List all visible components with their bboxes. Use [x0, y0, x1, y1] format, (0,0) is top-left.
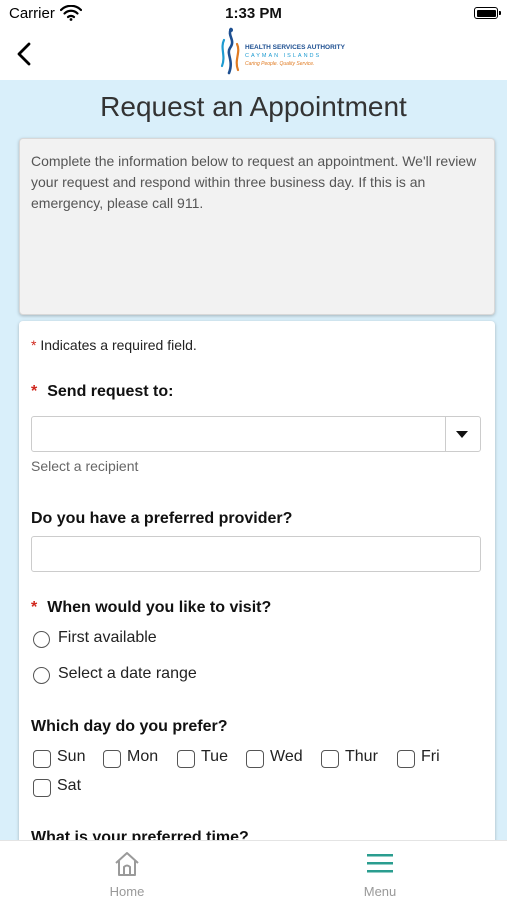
- select-divider: [445, 417, 446, 451]
- checkbox[interactable]: [321, 750, 339, 768]
- checkbox-label: Fri: [421, 748, 440, 765]
- logo-text-islands: CAYMAN ISLANDS: [245, 53, 322, 59]
- caret-down-icon[interactable]: [456, 431, 468, 438]
- main-content[interactable]: Request an Appointment Complete the info…: [0, 80, 507, 840]
- navigation-bar: HEALTH SERVICES AUTHORITY CAYMAN ISLANDS…: [0, 27, 507, 80]
- radio-circle[interactable]: [33, 631, 50, 648]
- checkbox[interactable]: [103, 750, 121, 768]
- intro-card: Complete the information below to reques…: [19, 138, 495, 315]
- checkbox[interactable]: [33, 779, 51, 797]
- visit-label: * When would you like to visit?: [31, 599, 271, 617]
- tab-menu-label: Menu: [363, 884, 397, 899]
- appointment-form: * Indicates a required field. * Send requ…: [19, 321, 495, 840]
- intro-text: Complete the information below to reques…: [31, 153, 477, 211]
- battery-icon: [474, 7, 501, 19]
- checkbox-label: Wed: [270, 748, 303, 765]
- home-icon: [115, 852, 139, 876]
- provider-input[interactable]: [31, 536, 481, 572]
- required-note-text: Indicates a required field.: [40, 337, 197, 353]
- radio-circle[interactable]: [33, 667, 50, 684]
- required-marker: *: [31, 383, 38, 400]
- send-to-label: * Send request to:: [31, 383, 173, 401]
- clock: 1:33 PM: [225, 5, 282, 22]
- required-marker: *: [31, 599, 38, 616]
- hsa-logo-mark: [220, 27, 240, 75]
- chevron-left-icon: [17, 42, 31, 66]
- checkbox-label: Tue: [201, 748, 228, 765]
- menu-icon: [367, 854, 393, 873]
- visit-label-text: When would you like to visit?: [47, 599, 272, 616]
- required-note: * Indicates a required field.: [31, 337, 197, 353]
- time-label: What is your preferred time?: [31, 829, 249, 840]
- checkbox-label: Thur: [345, 748, 378, 765]
- hsa-logo: HEALTH SERVICES AUTHORITY CAYMAN ISLANDS…: [214, 26, 345, 76]
- checkbox[interactable]: [397, 750, 415, 768]
- radio-label: First available: [58, 629, 157, 646]
- logo-tagline: Caring People. Quality Service.: [245, 61, 315, 67]
- checkbox-label: Sat: [57, 777, 82, 794]
- checkbox[interactable]: [246, 750, 264, 768]
- tab-home[interactable]: Home: [67, 841, 187, 901]
- checkbox-label: Mon: [127, 748, 159, 765]
- provider-label: Do you have a preferred provider?: [31, 510, 293, 527]
- checkbox-label: Sun: [57, 748, 86, 765]
- checkbox[interactable]: [177, 750, 195, 768]
- tab-bar: Home Menu: [0, 840, 507, 901]
- tab-menu[interactable]: Menu: [320, 841, 440, 901]
- back-button[interactable]: [12, 36, 42, 72]
- checkbox[interactable]: [33, 750, 51, 768]
- required-marker: *: [31, 337, 37, 353]
- send-to-label-text: Send request to:: [47, 383, 174, 400]
- logo-text-authority: HEALTH SERVICES AUTHORITY: [245, 44, 345, 51]
- tab-home-label: Home: [109, 884, 145, 899]
- day-label: Which day do you prefer?: [31, 718, 228, 735]
- page-title: Request an Appointment: [100, 91, 407, 122]
- recipient-select[interactable]: [31, 416, 481, 452]
- recipient-helper-text: Select a recipient: [31, 458, 139, 474]
- radio-label: Select a date range: [58, 665, 197, 682]
